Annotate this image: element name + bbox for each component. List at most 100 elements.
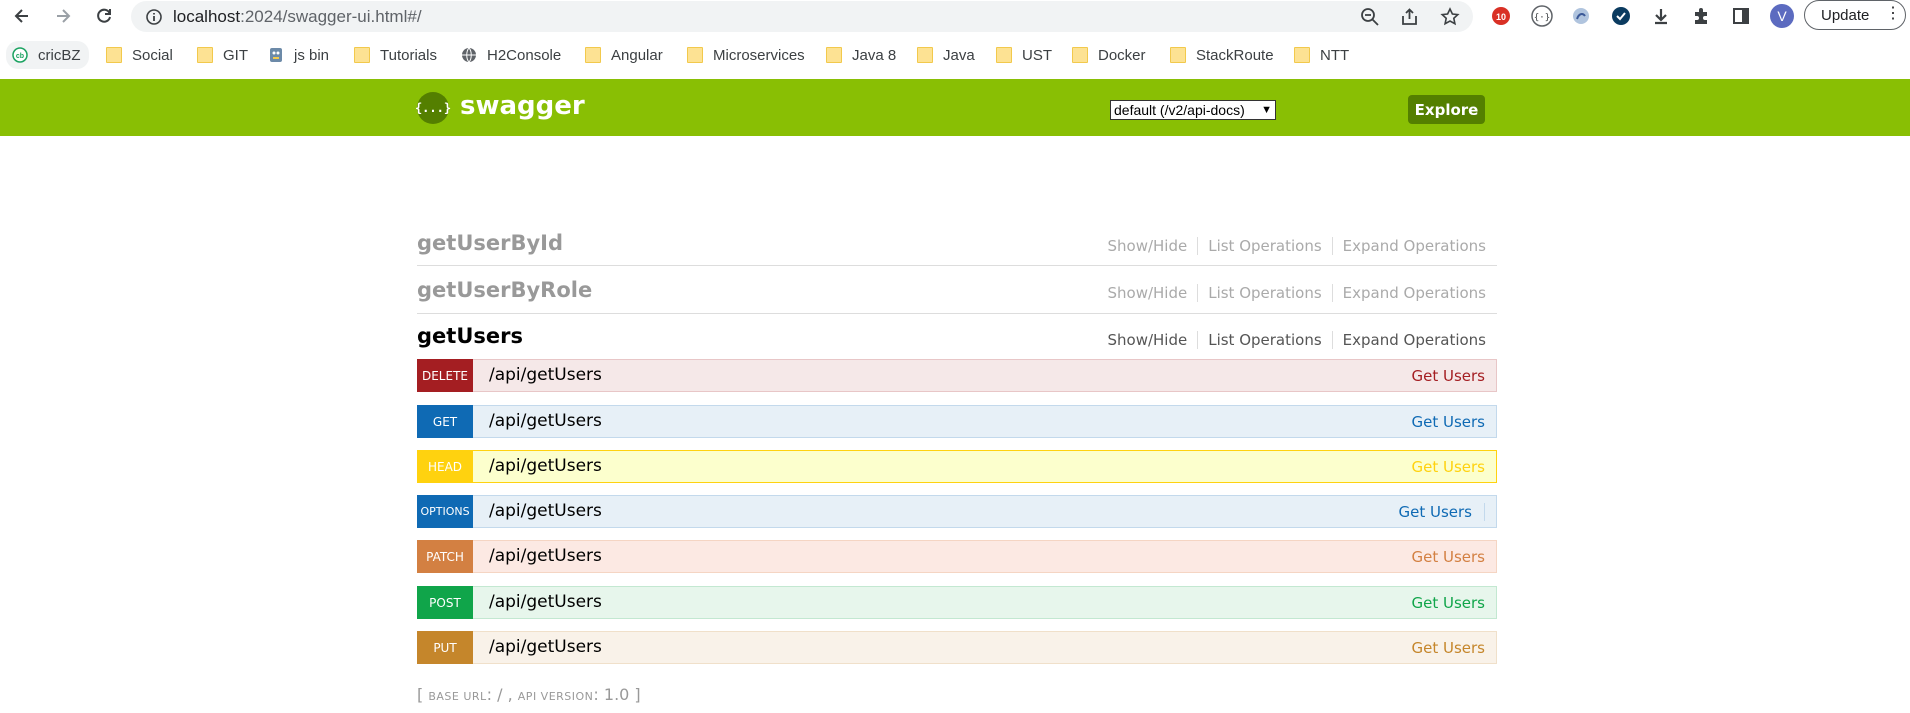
folder-icon	[996, 47, 1012, 63]
operation-summary[interactable]: Get Users	[1411, 367, 1485, 385]
expand-operations-link[interactable]: Expand Operations	[1333, 237, 1486, 255]
resource-title[interactable]: getUserById	[417, 231, 563, 255]
bookmark-h2console[interactable]: H2Console	[461, 43, 561, 67]
jsbin-icon	[270, 48, 282, 62]
bookmark-java[interactable]: Java	[917, 43, 975, 67]
operation-summary[interactable]: Get Users	[1411, 458, 1485, 476]
http-method-badge[interactable]: PUT	[417, 631, 473, 664]
operation-patch[interactable]: PATCH /api/getUsers Get Users	[417, 540, 1497, 573]
operation-path[interactable]: /api/getUsers	[489, 637, 602, 657]
operation-path[interactable]: /api/getUsers	[489, 592, 602, 612]
extension-swirl-icon[interactable]	[1570, 5, 1592, 27]
profile-avatar[interactable]: V	[1770, 4, 1794, 28]
operation-summary[interactable]: Get Users	[1411, 548, 1485, 566]
chevron-down-icon: ▼	[1261, 104, 1272, 116]
bookmark-label: js bin	[294, 46, 330, 64]
operation-summary[interactable]: Get Users	[1411, 639, 1485, 657]
operation-summary[interactable]: Get Users	[1398, 503, 1472, 521]
extension-adblock-icon[interactable]: 10	[1490, 5, 1512, 27]
swagger-logo-text[interactable]: swagger	[460, 91, 585, 121]
reload-icon	[97, 8, 111, 23]
operation-options[interactable]: OPTIONS /api/getUsers Get Users	[417, 495, 1497, 528]
folder-icon	[197, 47, 213, 63]
browser-toolbar: localhost:2024/swagger-ui.html#/ 10 {·} …	[0, 0, 1910, 32]
http-method-badge[interactable]: OPTIONS	[417, 495, 473, 528]
operation-head[interactable]: HEAD /api/getUsers Get Users	[417, 450, 1497, 483]
downloads-icon[interactable]	[1650, 5, 1672, 27]
operation-post[interactable]: POST /api/getUsers Get Users	[417, 586, 1497, 619]
reload-button[interactable]	[92, 4, 116, 28]
http-method-badge[interactable]: HEAD	[417, 450, 473, 483]
bookmark-docker[interactable]: Docker	[1072, 43, 1146, 67]
bookmark-social[interactable]: Social	[106, 43, 173, 67]
bookmark-tutorials[interactable]: Tutorials	[354, 43, 437, 67]
share-icon[interactable]	[1400, 7, 1420, 27]
back-button[interactable]	[10, 4, 34, 28]
bookmark-angular[interactable]: Angular	[585, 43, 663, 67]
bookmark-ust[interactable]: UST	[996, 43, 1052, 67]
bookmark-stackroute[interactable]: StackRoute	[1170, 43, 1274, 67]
expand-operations-link[interactable]: Expand Operations	[1333, 284, 1486, 302]
http-method-badge[interactable]: PATCH	[417, 540, 473, 573]
http-method-badge[interactable]: DELETE	[417, 359, 473, 392]
operation-path[interactable]: /api/getUsers	[489, 365, 602, 385]
bookmarks-bar: cb cricBZ Social GIT js bin Tutorials H2…	[0, 38, 1910, 72]
expand-operations-link[interactable]: Expand Operations	[1333, 331, 1486, 349]
bookmark-git[interactable]: GIT	[197, 43, 248, 67]
side-panel-icon[interactable]	[1730, 5, 1752, 27]
forward-button[interactable]	[51, 4, 75, 28]
spec-select[interactable]: default (/v2/api-docs) ▼	[1110, 100, 1276, 120]
operation-summary[interactable]: Get Users	[1411, 413, 1485, 431]
bookmark-cricbz[interactable]: cb cricBZ	[6, 41, 89, 69]
operation-path[interactable]: /api/getUsers	[489, 546, 602, 566]
folder-icon	[1170, 47, 1186, 63]
operation-summary[interactable]: Get Users	[1411, 594, 1485, 612]
bookmark-jsbin[interactable]: js bin	[268, 43, 329, 67]
operation-path[interactable]: /api/getUsers	[489, 411, 602, 431]
operation-get[interactable]: GET /api/getUsers Get Users	[417, 405, 1497, 438]
folder-icon	[826, 47, 842, 63]
operation-path[interactable]: /api/getUsers	[489, 501, 602, 521]
show-hide-link[interactable]: Show/Hide	[1107, 284, 1199, 302]
http-method-badge[interactable]: POST	[417, 586, 473, 619]
explore-button[interactable]: Explore	[1408, 95, 1485, 124]
bookmark-label: NTT	[1320, 46, 1350, 64]
list-operations-link[interactable]: List Operations	[1198, 331, 1333, 349]
swagger-logo-icon[interactable]: {...}	[415, 92, 451, 124]
bookmark-microservices[interactable]: Microservices	[687, 43, 805, 67]
update-label: Update	[1821, 7, 1870, 24]
bookmark-ntt[interactable]: NTT	[1294, 43, 1349, 67]
resource-title[interactable]: getUserByRole	[417, 278, 592, 302]
http-method-badge[interactable]: GET	[417, 405, 473, 438]
operation-path[interactable]: /api/getUsers	[489, 456, 602, 476]
folder-icon	[1072, 47, 1088, 63]
cricbz-icon: cb	[12, 47, 28, 63]
list-operations-link[interactable]: List Operations	[1198, 237, 1333, 255]
show-hide-link[interactable]: Show/Hide	[1107, 237, 1199, 255]
folder-icon	[106, 47, 122, 63]
swagger-header: {...} swagger default (/v2/api-docs) ▼ E…	[0, 79, 1910, 136]
resource-title[interactable]: getUsers	[417, 324, 523, 348]
bookmark-label: Angular	[611, 46, 663, 64]
url-text[interactable]: localhost:2024/swagger-ui.html#/	[173, 7, 422, 27]
show-hide-link[interactable]: Show/Hide	[1107, 331, 1199, 349]
footer-bracket-open: [	[417, 685, 429, 704]
operation-put[interactable]: PUT /api/getUsers Get Users	[417, 631, 1497, 664]
api-version-label: API VERSION	[517, 690, 594, 703]
more-menu-icon[interactable]: ⋮	[1885, 5, 1901, 23]
back-arrow-icon	[14, 9, 28, 23]
zoom-icon[interactable]	[1360, 7, 1380, 27]
operation-delete[interactable]: DELETE /api/getUsers Get Users	[417, 359, 1497, 392]
extension-check-icon[interactable]	[1610, 5, 1632, 27]
site-info-icon[interactable]	[145, 8, 163, 26]
extension-json-icon[interactable]: {·}	[1531, 5, 1553, 27]
list-operations-link[interactable]: List Operations	[1198, 284, 1333, 302]
address-bar[interactable]: localhost:2024/swagger-ui.html#/	[131, 1, 1473, 32]
bookmark-java8[interactable]: Java 8	[826, 43, 896, 67]
bookmark-label: GIT	[223, 46, 248, 64]
update-button[interactable]: Update ⋮	[1804, 0, 1906, 30]
forward-arrow-icon	[57, 9, 71, 23]
extensions-puzzle-icon[interactable]	[1690, 5, 1712, 27]
bookmark-star-icon[interactable]	[1440, 7, 1460, 27]
folder-icon	[585, 47, 601, 63]
